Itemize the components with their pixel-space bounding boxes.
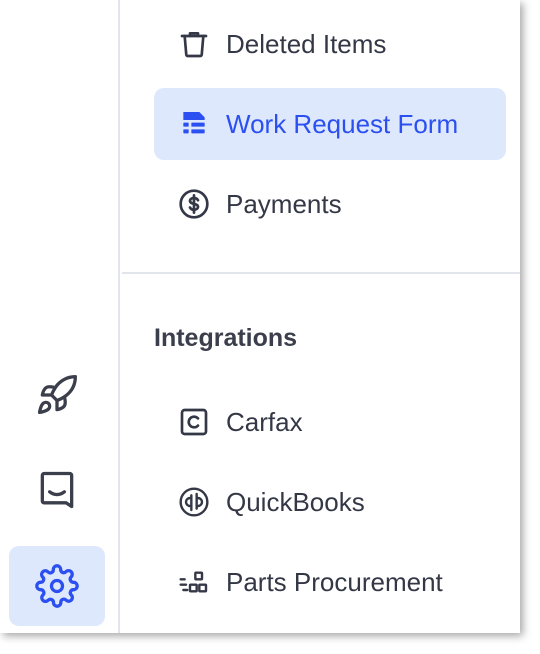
quickbooks-icon bbox=[174, 482, 214, 522]
dollar-circle-icon bbox=[174, 184, 214, 224]
trash-icon bbox=[174, 24, 214, 64]
menu-item-label: Deleted Items bbox=[226, 28, 387, 59]
menu-item-label: Carfax bbox=[226, 406, 303, 437]
section-divider bbox=[122, 272, 520, 274]
rail-item-settings[interactable] bbox=[9, 546, 105, 626]
menu-item-quickbooks[interactable]: QuickBooks bbox=[154, 466, 506, 538]
menu-item-label: Parts Procurement bbox=[226, 566, 443, 597]
inbox-icon bbox=[35, 468, 79, 512]
form-icon bbox=[174, 104, 214, 144]
icon-rail bbox=[0, 0, 120, 633]
menu-item-payments[interactable]: Payments bbox=[154, 168, 506, 240]
menu-item-parts-procurement[interactable]: Parts Procurement bbox=[154, 546, 506, 618]
carfax-icon bbox=[174, 402, 214, 442]
menu-item-deleted-items[interactable]: Deleted Items bbox=[154, 8, 506, 80]
rocket-icon bbox=[35, 373, 79, 417]
menu-item-work-request-form[interactable]: Work Request Form bbox=[154, 88, 506, 160]
menu-item-label: Work Request Form bbox=[226, 108, 459, 139]
rail-item-inbox[interactable] bbox=[9, 450, 105, 530]
menu-item-label: Payments bbox=[226, 188, 342, 219]
settings-list: Deleted Items Work Request Form Payments… bbox=[122, 0, 520, 633]
parts-procurement-icon bbox=[174, 562, 214, 602]
rail-item-getting-started[interactable] bbox=[9, 355, 105, 435]
gear-icon bbox=[35, 564, 79, 608]
settings-menu-panel: Deleted Items Work Request Form Payments… bbox=[0, 0, 520, 633]
integrations-heading: Integrations bbox=[154, 324, 298, 352]
menu-item-label: QuickBooks bbox=[226, 486, 365, 517]
menu-item-carfax[interactable]: Carfax bbox=[154, 386, 506, 458]
